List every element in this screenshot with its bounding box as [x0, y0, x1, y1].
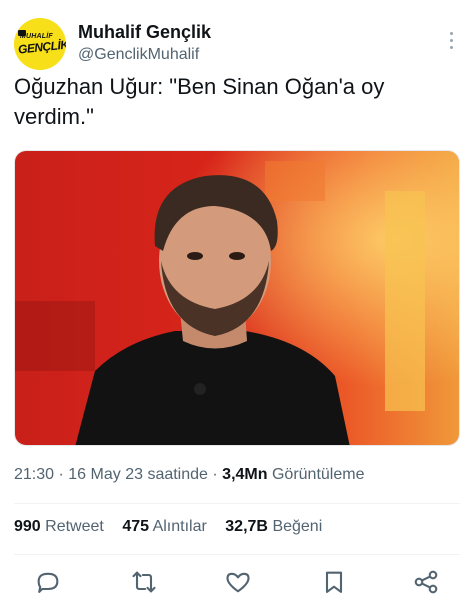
views-label: Görüntüleme	[271, 466, 365, 483]
avatar-logo-main: GENÇLİK	[17, 37, 66, 57]
retweet-icon[interactable]	[130, 568, 158, 596]
likes-label: Beğeni	[272, 518, 323, 535]
more-options-icon[interactable]	[450, 32, 454, 52]
views-count: 3,4Mn	[222, 466, 268, 483]
photo-image	[15, 151, 459, 445]
tweet-header: MUHALİF GENÇLİK Muhalif Gençlik @Genclik…	[14, 14, 460, 70]
divider	[14, 554, 460, 555]
quotes-stat[interactable]: 475 Alıntılar	[122, 518, 211, 535]
tweet-text: Oğuzhan Uğur: "Ben Sinan Oğan'a oy verdi…	[14, 74, 385, 129]
likes-stat[interactable]: 32,7B Beğeni	[225, 518, 322, 535]
like-icon[interactable]	[224, 568, 252, 596]
account-name[interactable]: Muhalif Gençlik	[78, 22, 211, 43]
likes-count: 32,7B	[225, 518, 268, 535]
tweet-date[interactable]: 16 May 23 saatinde	[68, 466, 208, 483]
quotes-count: 475	[122, 518, 150, 535]
share-icon[interactable]	[412, 568, 440, 596]
bookmark-icon[interactable]	[320, 568, 348, 596]
retweets-count: 990	[14, 518, 41, 535]
divider	[14, 503, 460, 504]
tweet-actions	[14, 566, 460, 600]
reply-icon[interactable]	[34, 568, 62, 596]
quotes-label: Alıntılar	[152, 518, 207, 535]
tweet-photo[interactable]	[14, 150, 460, 446]
avatar[interactable]: MUHALİF GENÇLİK	[14, 18, 66, 70]
tweet-time[interactable]: 21:30	[14, 466, 54, 483]
meta-separator: ·	[58, 466, 64, 483]
retweets-stat[interactable]: 990 Retweet	[14, 518, 108, 535]
account-handle[interactable]: @GenclikMuhalif	[78, 46, 199, 64]
tweet-meta: 21:30 · 16 May 23 saatinde · 3,4Mn Görün…	[14, 466, 364, 484]
retweets-label: Retweet	[45, 518, 104, 535]
tweet-stats: 990 Retweet 475 Alıntılar 32,7B Beğeni	[14, 518, 336, 536]
meta-separator: ·	[212, 466, 218, 483]
